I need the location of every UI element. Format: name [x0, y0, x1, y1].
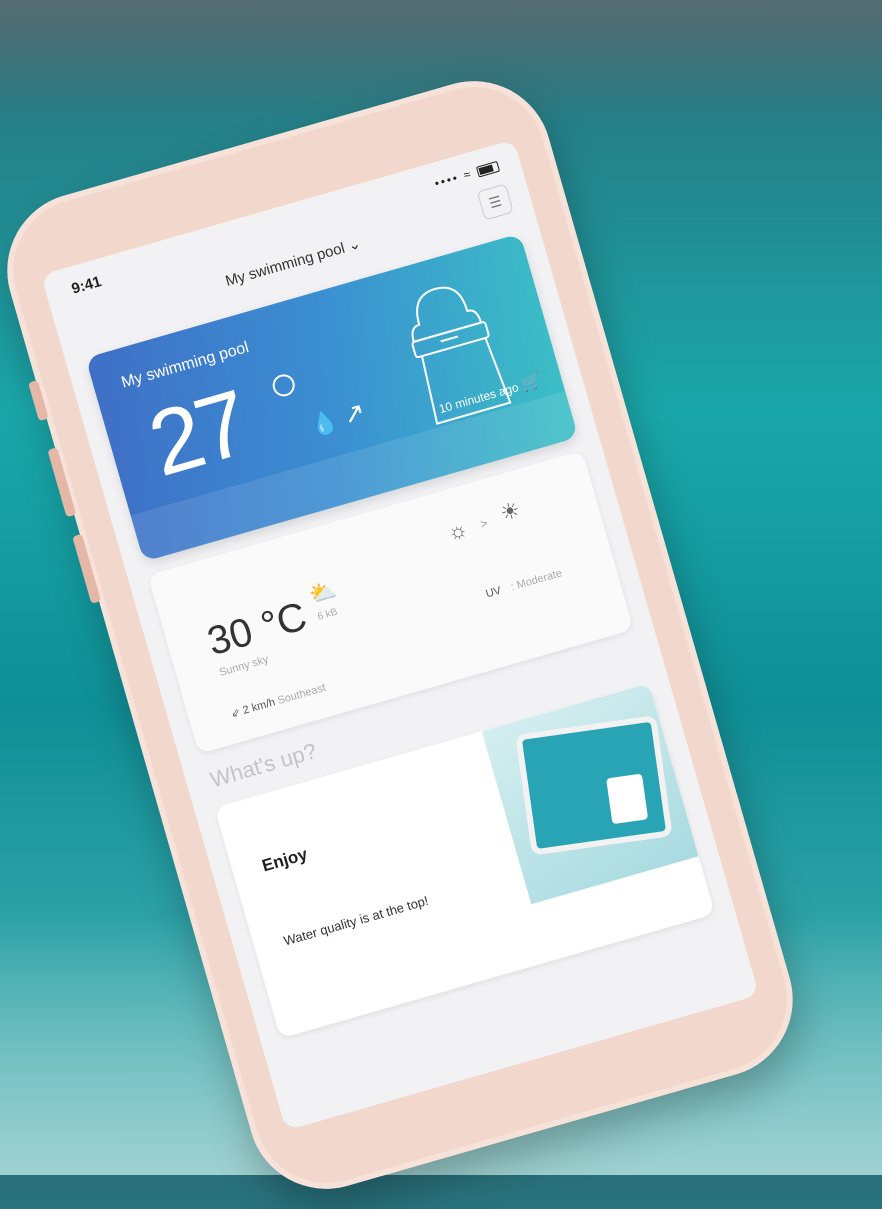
cart-icon[interactable]: 🛒	[519, 370, 544, 395]
whats-up-card[interactable]: Enjoy Water quality is at the top!	[214, 683, 716, 1039]
sun-strong-icon: ☀	[497, 496, 523, 527]
status-icons: •••• ≈	[433, 159, 501, 191]
signal-icon: •••• ≈	[433, 166, 475, 191]
weather-detail: 6 kB	[316, 606, 339, 623]
promo-image	[481, 683, 699, 905]
battery-icon	[476, 161, 501, 178]
water-drop-icon: 💧	[307, 407, 341, 439]
whats-up-card-title: Enjoy	[259, 844, 310, 876]
arrow-right-icon: >	[478, 515, 490, 532]
wind-icon: ⇙	[229, 706, 242, 721]
trend-up-arrow-icon: ↗	[339, 395, 369, 431]
air-temperature: 30 °C	[202, 594, 312, 665]
wind-direction: Southeast	[276, 681, 328, 707]
status-time: 9:41	[69, 273, 104, 298]
pool-temperature: 27	[138, 371, 258, 496]
uv-label: UV	[484, 584, 503, 601]
wind-speed: 2 km/h	[241, 696, 277, 717]
cloud-sun-icon: ⛅	[306, 576, 340, 608]
degree-icon	[270, 371, 298, 399]
sun-icon: ☼	[444, 515, 471, 546]
uv-value: : Moderate	[509, 567, 564, 594]
whats-up-card-text: Water quality is at the top!	[281, 892, 431, 949]
wind-info: ⇙ 2 km/h Southeast	[229, 681, 328, 721]
tablet-illustration	[515, 715, 673, 856]
